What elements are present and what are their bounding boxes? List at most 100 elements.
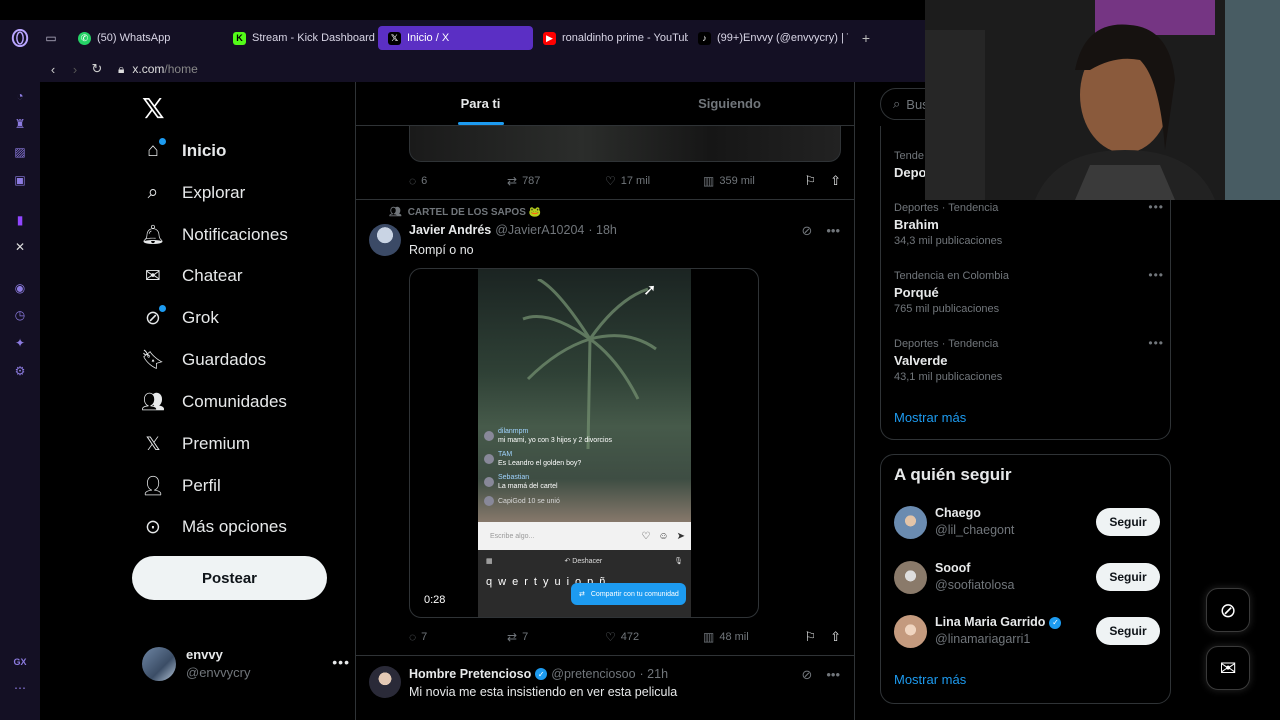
- show-more-link[interactable]: Mostrar más: [894, 672, 966, 687]
- nav-label: Grok: [182, 308, 219, 327]
- divider: [356, 199, 854, 200]
- repost-button[interactable]: ⇄ 7: [507, 630, 605, 644]
- follow-suggestion[interactable]: Lina Maria Garrido ✓ @linamariagarri1 Segu…: [894, 613, 1160, 649]
- more-icon[interactable]: ⋯: [12, 680, 28, 696]
- follow-suggestion[interactable]: Sooof @soofiatolosa Seguir: [894, 559, 1160, 595]
- back-button[interactable]: ‹: [42, 62, 64, 77]
- tab-following[interactable]: Siguiendo: [605, 82, 854, 125]
- nav-profile[interactable]: 👤︎ Perfil: [140, 466, 221, 506]
- follow-button[interactable]: Seguir: [1096, 617, 1160, 645]
- nav-home[interactable]: ⌂ Inicio: [142, 131, 226, 171]
- trend-item[interactable]: Deportes · Tendencia Valverde 43,1 mil p…: [894, 336, 1164, 383]
- more-dots-icon[interactable]: •••: [826, 223, 840, 239]
- author-handle[interactable]: @pretenciosoo: [551, 667, 635, 681]
- follow-button[interactable]: Seguir: [1096, 563, 1160, 591]
- show-more-link[interactable]: Mostrar más: [894, 410, 966, 425]
- crypto-wallet-icon[interactable]: ♜: [12, 116, 28, 132]
- view-count: 48 mil: [719, 631, 749, 643]
- author-handle[interactable]: @JavierA10204: [495, 223, 584, 237]
- trend-item[interactable]: Tendencia en Colombia Porqué 765 mil pub…: [894, 268, 1164, 315]
- tweet-media[interactable]: [409, 126, 841, 162]
- views-button[interactable]: ▥ 48 mil: [703, 630, 749, 644]
- aria-icon[interactable]: ◔: [12, 88, 28, 104]
- grok-float-button[interactable]: ⊘: [1206, 588, 1250, 632]
- history-icon[interactable]: ◷: [12, 307, 28, 323]
- nav-communities[interactable]: 👥︎ Comunidades: [140, 382, 287, 422]
- communities-icon: 👥︎: [389, 207, 402, 218]
- video-frame: dilanmpm mi mami, yo con 3 hijos y 2 divo…: [478, 269, 691, 617]
- bookmark-icon[interactable]: ⚐: [804, 629, 816, 645]
- reply-icon: ◌: [409, 630, 417, 644]
- account-switcher[interactable]: envvy @envvycry •••: [142, 644, 349, 684]
- x-icon[interactable]: ✕: [12, 239, 28, 255]
- tab-overview-icon[interactable]: ▭: [40, 27, 62, 49]
- tab-x-home[interactable]: 𝕏 Inicio / X: [378, 26, 533, 50]
- bookmark-icon[interactable]: ⚐: [804, 173, 816, 189]
- views-button[interactable]: ▥ 359 mil: [703, 174, 755, 188]
- more-dots-icon[interactable]: •••: [1148, 200, 1164, 214]
- bookmark-icon: 🔖︎: [140, 350, 166, 371]
- tweet-time[interactable]: · 18h: [588, 223, 617, 237]
- kick-icon: K: [233, 31, 246, 45]
- tab-label: ronaldinho prime - YouTub: [562, 32, 688, 44]
- messages-float-button[interactable]: ✉: [1206, 646, 1250, 690]
- share-icon[interactable]: ⇧: [830, 629, 841, 645]
- community-label[interactable]: 👥︎ CARTEL DE LOS SAPOS 🐸: [389, 207, 541, 218]
- keyboard-key: y: [542, 576, 549, 588]
- x-logo-icon[interactable]: 𝕏: [142, 92, 165, 125]
- reply-button[interactable]: ◌ 6: [409, 174, 507, 188]
- reply-button[interactable]: ◌ 7: [409, 630, 507, 644]
- tab-youtube[interactable]: ▶ ronaldinho prime - YouTub: [533, 26, 688, 50]
- tab-kick[interactable]: K Stream - Kick Dashboard: [223, 26, 378, 50]
- player-icon[interactable]: ◉: [12, 280, 28, 296]
- follow-suggestion[interactable]: Chaego @lil_chaegont Seguir: [894, 504, 1160, 540]
- settings-icon[interactable]: ⚙: [12, 363, 28, 379]
- who-to-follow-panel: A quién seguir Chaego @lil_chaegont Segui…: [880, 454, 1171, 704]
- reload-button[interactable]: ↻: [86, 61, 108, 77]
- tab-whatsapp[interactable]: ✆ (50) WhatsApp: [68, 26, 223, 50]
- more-dots-icon[interactable]: •••: [1148, 336, 1164, 350]
- like-button[interactable]: ♡ 472: [605, 630, 703, 644]
- grok-icon[interactable]: ⊘: [801, 667, 812, 683]
- like-button[interactable]: ♡ 17 mil: [605, 174, 703, 188]
- tab-for-you[interactable]: Para ti: [356, 82, 605, 125]
- communities-icon: 👥︎: [140, 392, 166, 413]
- author-name[interactable]: Hombre Pretencioso: [409, 667, 531, 681]
- repost-button[interactable]: ⇄ 787: [507, 174, 605, 188]
- avatar[interactable]: [369, 666, 401, 698]
- opera-logo-icon[interactable]: [0, 20, 40, 56]
- nav-grok[interactable]: ⊘ Grok: [142, 298, 219, 338]
- tab-tiktok[interactable]: ♪ (99+)Envvy (@envvycry) | T: [688, 26, 848, 50]
- nav-chat[interactable]: ✉ Chatear: [142, 256, 242, 296]
- video-player[interactable]: dilanmpm mi mami, yo con 3 hijos y 2 divo…: [409, 268, 759, 618]
- nav-notifications[interactable]: 🔔︎ Notificaciones: [141, 215, 288, 255]
- nav-premium[interactable]: 𝕏 Premium: [142, 424, 250, 464]
- grok-icon[interactable]: ⊘: [801, 223, 812, 239]
- nav-explore[interactable]: ⌕ Explorar: [142, 173, 246, 213]
- nav-bookmarks[interactable]: 🔖︎ Guardados: [140, 340, 266, 380]
- follow-button[interactable]: Seguir: [1096, 508, 1160, 536]
- author-name[interactable]: Javier Andrés: [409, 223, 491, 237]
- person-icon: 👤︎: [140, 476, 166, 497]
- forward-button[interactable]: ›: [64, 62, 86, 77]
- chat-message: TAM Es Leandro el golden boy?: [484, 450, 684, 468]
- share-icon[interactable]: ⇧: [830, 173, 841, 189]
- twitch-icon[interactable]: ▮: [12, 212, 28, 228]
- mail-icon: ✉: [145, 265, 161, 287]
- url-field[interactable]: 🔒︎ x.com/home: [118, 62, 198, 77]
- new-tab-button[interactable]: +: [856, 28, 876, 48]
- more-dots-icon[interactable]: •••: [826, 667, 840, 683]
- avatar[interactable]: [369, 224, 401, 256]
- more-dots-icon[interactable]: •••: [332, 654, 350, 670]
- extensions-icon[interactable]: ✦: [12, 335, 28, 351]
- tab-label: (99+)Envvy (@envvycry) | T: [717, 32, 848, 44]
- nav-more[interactable]: ⊙ Más opciones: [142, 507, 287, 547]
- post-button[interactable]: Postear: [132, 556, 327, 600]
- tweet-time[interactable]: · 21h: [640, 667, 669, 681]
- more-dots-icon[interactable]: •••: [1148, 268, 1164, 282]
- gx-icon[interactable]: GX: [12, 654, 28, 670]
- messenger-icon[interactable]: ▣: [12, 172, 28, 188]
- grid-icon[interactable]: ▨: [12, 144, 28, 160]
- trend-item[interactable]: Deportes · Tendencia Brahim 34,3 mil pub…: [894, 200, 1164, 247]
- webcam-overlay: [925, 0, 1280, 200]
